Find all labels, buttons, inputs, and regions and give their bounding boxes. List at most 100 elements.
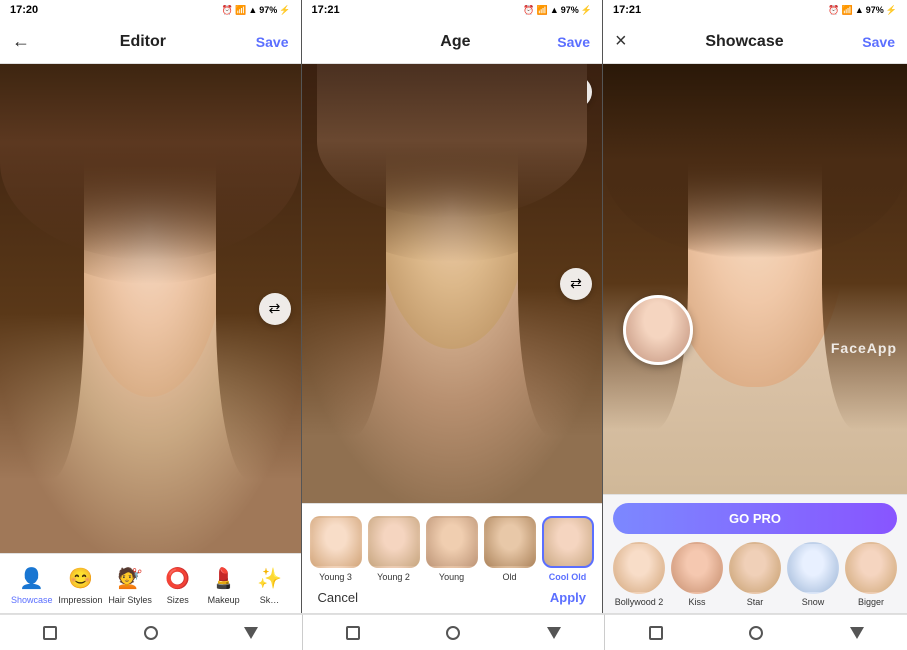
filter-snow[interactable]: Snow [787,542,839,607]
editor-screen: 17:20 ⏰ 📶 ▲ 97% ⚡ ← Editor Save ⇄ [0,0,302,613]
filter-young3[interactable]: Young 3 [310,516,362,582]
edit-button-age[interactable]: ✏️ [560,76,592,108]
signal-icon-showcase: 📶 [842,5,853,16]
filter-bollywood2[interactable]: Bollywood 2 [613,542,665,607]
alarm-icon-showcase: ⏰ [828,5,839,16]
cancel-button[interactable]: Cancel [318,590,358,605]
nav-square-showcase[interactable] [646,623,666,643]
filter-star[interactable]: Star [729,542,781,607]
go-pro-button[interactable]: GO PRO [613,503,897,534]
nav-hairstyles[interactable]: 💇 Hair Styles [108,564,152,605]
thumb-kiss [671,542,723,594]
sizes-icon: ⭕ [164,564,192,592]
editor-title: Editor [120,33,166,51]
photo-area-age: ✏️ ⇄ [302,64,603,503]
filter-thumb-inner-young3 [312,518,360,566]
arrows-button-age[interactable]: ⇄ [560,268,592,300]
status-time-editor: 17:20 [10,4,38,16]
hair-side-right-age [518,64,602,437]
filter-strip-age: Young 3 Young 2 Young Old Cool Old [302,510,603,588]
nav-triangle-editor[interactable] [241,623,261,643]
save-button-showcase[interactable]: Save [862,34,895,50]
wifi-icon-showcase: ▲ [855,5,864,15]
arrows-icon-age: ⇄ [570,275,582,292]
hair-side-right-editor [216,64,300,480]
nav-circle-editor[interactable] [141,623,161,643]
edit-icon: ✏️ [567,84,584,101]
showcase-filter-strip: Bollywood 2 Kiss Star Snow Bigger [613,542,897,607]
filter-label-young2: Young 2 [377,572,410,582]
battery-text: 97% [259,5,277,15]
hair-side-left-age [302,64,386,437]
top-bar-editor: ← Editor Save [0,20,301,64]
hair-side-right-showcase [822,64,907,430]
filter-coolold[interactable]: Cool Old [542,516,594,582]
system-nav-bar [0,613,907,650]
age-screen: 17:21 ⏰ 📶 ▲ 97% ⚡ Age Save ✏️ [302,0,604,613]
nav-sizes-label: Sizes [167,595,189,605]
filter-young2[interactable]: Young 2 [368,516,420,582]
wifi-icon: ▲ [248,5,257,15]
nav-square-age[interactable] [343,623,363,643]
status-bar-editor: 17:20 ⏰ 📶 ▲ 97% ⚡ [0,0,301,20]
status-icons-showcase: ⏰ 📶 ▲ 97% ⚡ [828,5,897,16]
top-bar-showcase: × Showcase Save [603,20,907,64]
close-button-showcase[interactable]: × [615,30,627,53]
filter-label-coolold: Cool Old [549,572,587,582]
filter-thumb-young [426,516,478,568]
signal-icon-age: 📶 [537,5,548,16]
arrows-button-editor[interactable]: ⇄ [259,293,291,325]
filter-old[interactable]: Old [484,516,536,582]
nav-showcase[interactable]: 👤 Showcase [11,564,53,605]
mini-portrait[interactable] [623,295,693,365]
showcase-title: Showcase [705,33,783,51]
filter-kiss[interactable]: Kiss [671,542,723,607]
hair-overlay-age [302,64,603,262]
signal-icon: 📶 [235,5,246,16]
age-title: Age [440,33,470,51]
thumb-bigger [845,542,897,594]
nav-triangle-age[interactable] [544,623,564,643]
nav-skin[interactable]: ✨ Sk… [250,564,290,605]
thumb-snow [787,542,839,594]
apply-button[interactable]: Apply [550,590,586,605]
nav-impression[interactable]: 😊 Impression [58,564,102,605]
status-time-age: 17:21 [312,4,340,16]
nav-circle-showcase[interactable] [746,623,766,643]
label-bigger: Bigger [858,597,884,607]
nav-circle-age[interactable] [443,623,463,643]
nav-square-editor[interactable] [40,623,60,643]
label-star: Star [747,597,764,607]
nav-showcase-label: Showcase [11,595,53,605]
nav-makeup[interactable]: 💄 Makeup [204,564,244,605]
filter-thumb-young2 [368,516,420,568]
save-button-age[interactable]: Save [557,34,590,50]
cancel-apply-row: Cancel Apply [302,588,603,609]
sys-nav-editor [0,614,303,650]
filter-thumb-young3 [310,516,362,568]
nav-triangle-showcase[interactable] [847,623,867,643]
hair-side-left-editor [0,64,84,480]
charge-icon-showcase: ⚡ [886,5,897,16]
filter-label-old: Old [502,572,516,582]
filter-label-young3: Young 3 [319,572,352,582]
nav-skin-label: Sk… [260,595,280,605]
save-button-editor[interactable]: Save [256,34,289,50]
status-bar-showcase: 17:21 ⏰ 📶 ▲ 97% ⚡ [603,0,907,20]
filter-bigger[interactable]: Bigger [845,542,897,607]
filter-thumb-old [484,516,536,568]
filter-young[interactable]: Young [426,516,478,582]
hair-overlay-showcase [603,64,907,258]
bottom-toolbar-editor: 👤 Showcase 😊 Impression 💇 Hair Styles ⭕ … [0,553,301,613]
status-icons-editor: ⏰ 📶 ▲ 97% ⚡ [222,5,291,16]
back-button[interactable]: ← [12,31,30,52]
showcase-screen: 17:21 ⏰ 📶 ▲ 97% ⚡ × Showcase Save FaceAp… [603,0,907,613]
filter-thumb-coolold [542,516,594,568]
nav-hairstyles-label: Hair Styles [108,595,152,605]
nav-sizes[interactable]: ⭕ Sizes [158,564,198,605]
label-snow: Snow [802,597,825,607]
sys-nav-age [303,614,606,650]
wifi-icon-age: ▲ [550,5,559,15]
makeup-icon: 💄 [210,564,238,592]
sys-nav-showcase [605,614,907,650]
